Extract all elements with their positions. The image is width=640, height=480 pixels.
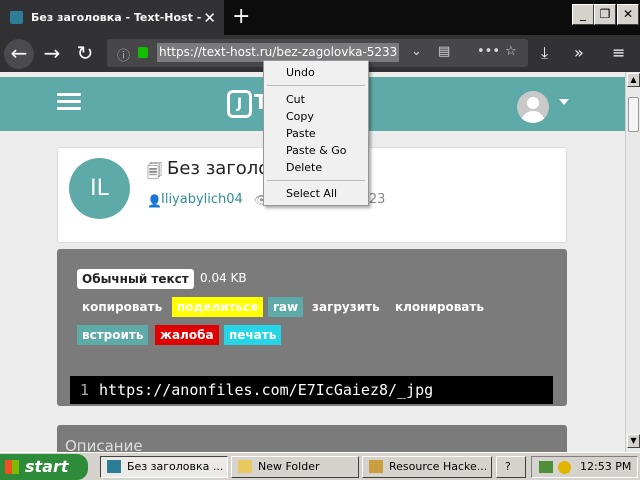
browser-task-icon (107, 460, 121, 473)
menu-item-delete[interactable]: Delete (286, 161, 322, 174)
info-icon[interactable]: ⓘ (117, 45, 130, 64)
menu-item-copy[interactable]: Copy (286, 110, 314, 123)
start-button[interactable]: start (0, 454, 88, 480)
paste-size: 0.04 KB (200, 271, 247, 285)
author-link[interactable]: Iliyabylich04 (161, 192, 243, 207)
windows-logo-icon (5, 460, 19, 474)
code-line[interactable]: https://anonfiles.com/E7IcGaiez8/_jpg (99, 381, 433, 399)
page-actions-icon[interactable]: ••• (477, 44, 500, 59)
code-block[interactable]: 1 https://anonfiles.com/E7IcGaiez8/_jpg (70, 376, 553, 404)
overflow-icon[interactable]: » (574, 43, 584, 62)
user-avatar-icon[interactable] (517, 91, 549, 123)
menu-item-cut[interactable]: Cut (286, 93, 305, 106)
description-card: Описание (57, 425, 567, 452)
task-browser[interactable]: Без заголовка ... (100, 456, 228, 478)
embed-button[interactable]: встроить (77, 325, 149, 345)
copy-button[interactable]: копировать (77, 297, 167, 317)
tab-title: Без заголовка - Text-Host - текс (31, 11, 201, 24)
download-button[interactable]: загрузить (307, 297, 385, 317)
resource-hacker-icon (369, 460, 383, 473)
window-close-button[interactable]: ✕ (617, 4, 639, 25)
site-favicon-icon (10, 11, 23, 24)
back-button[interactable]: ← (4, 39, 34, 69)
task-label: Без заголовка ... (127, 460, 224, 473)
scroll-up-icon[interactable]: ▲ (627, 73, 640, 87)
network-icon[interactable] (539, 461, 553, 473)
menu-item-undo[interactable]: Undo (286, 66, 315, 79)
system-tray: 12:53 PM (531, 456, 638, 478)
task-help[interactable]: ? (496, 456, 526, 478)
reload-button[interactable]: ↻ (70, 39, 100, 69)
page-title: Без заголо (167, 158, 270, 179)
help-icon: ? (505, 460, 511, 473)
account-dropdown-icon[interactable] (559, 99, 569, 105)
vertical-scrollbar[interactable]: ▲ ▼ (625, 72, 640, 452)
task-label: New Folder (258, 460, 320, 473)
scroll-down-icon[interactable]: ▼ (627, 434, 640, 448)
raw-button[interactable]: raw (268, 297, 304, 317)
start-label: start (25, 457, 69, 476)
tab-active[interactable]: Без заголовка - Text-Host - текс ✕ (0, 0, 224, 35)
forward-button[interactable]: → (37, 39, 67, 69)
print-button[interactable]: печать (224, 325, 282, 345)
author-avatar[interactable]: IL (69, 158, 130, 219)
line-number: 1 (80, 381, 90, 399)
clock[interactable]: 12:53 PM (580, 460, 631, 473)
minimize-button[interactable]: _ (572, 4, 594, 25)
taskbar: start Без заголовка ... New Folder Resou… (0, 452, 640, 480)
context-menu: Undo Cut Copy Paste Paste & Go Delete Se… (263, 60, 369, 206)
share-button[interactable]: поделиться (172, 297, 263, 317)
menu-separator (267, 85, 365, 86)
menu-item-paste[interactable]: Paste (286, 127, 316, 140)
site-logo-icon[interactable]: J (227, 90, 252, 118)
report-button[interactable]: жалоба (155, 325, 219, 345)
lock-icon[interactable] (138, 47, 148, 58)
description-heading: Описание (65, 437, 143, 452)
paste-content-card: Обычный текст 0.04 KB копировать поделит… (57, 249, 567, 406)
syntax-type-badge: Обычный текст (77, 269, 194, 289)
dropdown-icon[interactable]: ⌄ (411, 44, 422, 59)
task-folder[interactable]: New Folder (231, 456, 359, 478)
tab-close-icon[interactable]: ✕ (203, 9, 216, 27)
user-icon: 👤 (147, 194, 162, 208)
document-icon: 🗐 (147, 162, 162, 180)
maximize-button[interactable]: ❐ (594, 4, 616, 25)
scroll-thumb[interactable] (628, 97, 639, 132)
task-label: Resource Hacke... (389, 460, 488, 473)
new-tab-button[interactable]: + (232, 4, 250, 29)
menu-item-paste-go[interactable]: Paste & Go (286, 144, 347, 157)
bookmark-star-icon[interactable]: ☆ (505, 44, 517, 59)
folder-icon (238, 460, 252, 473)
menu-item-select-all[interactable]: Select All (286, 187, 337, 200)
hamburger-menu-icon[interactable] (57, 93, 81, 111)
security-icon[interactable] (558, 461, 571, 474)
download-icon[interactable]: ⤓ (541, 43, 548, 63)
task-resource-hacker[interactable]: Resource Hacke... (362, 456, 492, 478)
tab-strip: Без заголовка - Text-Host - текс ✕ + _ ❐… (0, 0, 640, 35)
menu-separator (267, 180, 365, 181)
clone-button[interactable]: клонировать (390, 297, 489, 317)
menu-icon[interactable]: ≡ (612, 43, 625, 62)
reader-icon[interactable]: ▤ (438, 44, 450, 59)
